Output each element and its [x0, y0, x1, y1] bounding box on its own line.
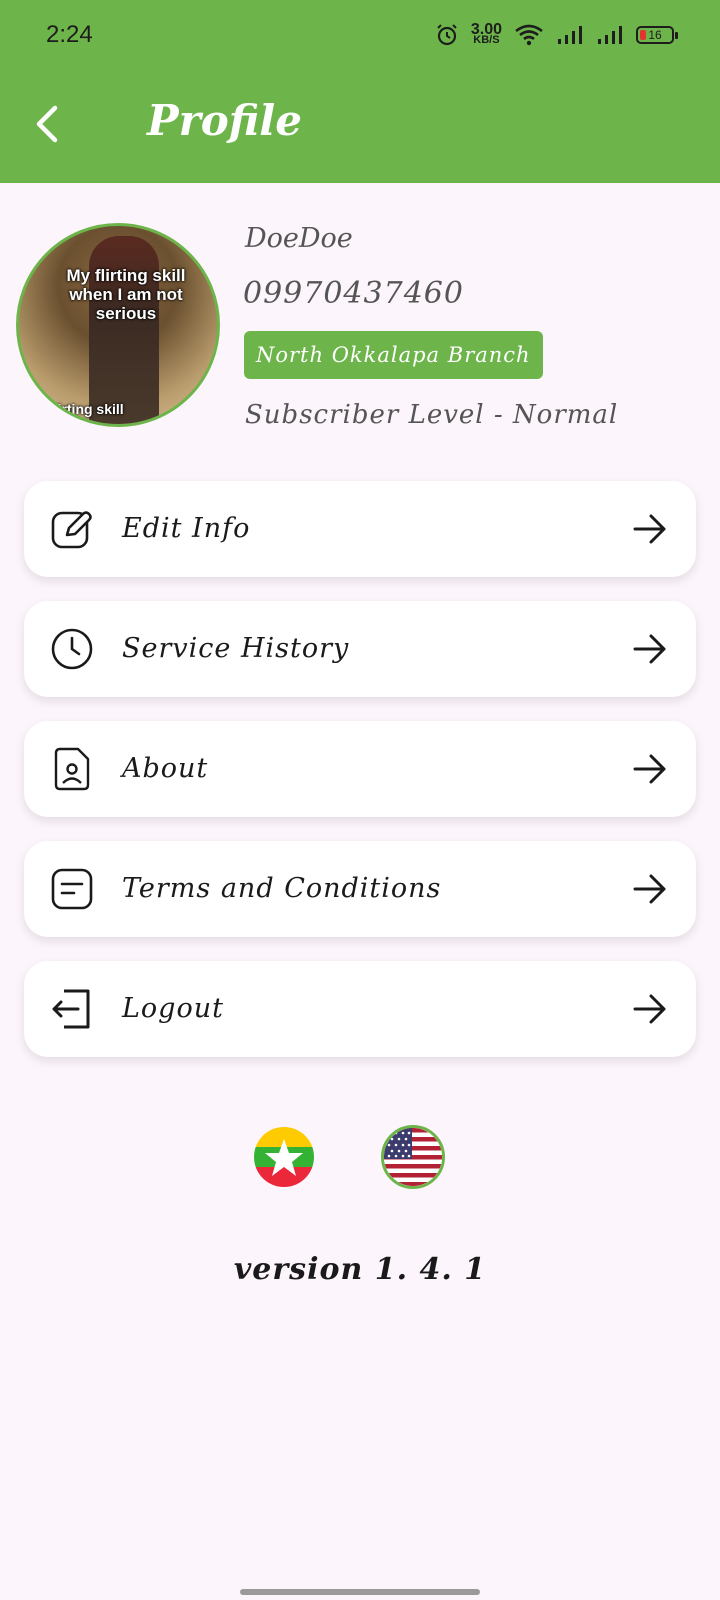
speed-unit: KB/S — [473, 34, 500, 46]
arrow-right-icon — [633, 754, 666, 784]
menu-label: Edit Info — [122, 513, 251, 544]
avatar-caption-top: My flirting skill when I am not serious — [66, 266, 186, 323]
arrow-right-icon — [633, 874, 666, 904]
status-time: 2:24 — [46, 21, 93, 48]
language-selector — [0, 1125, 720, 1189]
us-flag-icon[interactable] — [381, 1125, 445, 1189]
arrow-right-icon — [633, 994, 666, 1024]
page-title: Profile — [147, 96, 302, 145]
menu-label: Service History — [122, 633, 350, 664]
branch-badge: North Okkalapa Branch — [244, 331, 543, 379]
menu-label: Terms and Conditions — [122, 873, 442, 904]
menu-item-edit-info[interactable]: Edit Info — [24, 481, 696, 577]
edit-icon — [51, 511, 92, 549]
nav-bar: Profile — [0, 88, 720, 160]
home-indicator[interactable] — [240, 1589, 480, 1595]
battery-level: 16 — [648, 28, 662, 42]
logout-icon — [52, 989, 90, 1029]
menu-item-terms[interactable]: Terms and Conditions — [24, 841, 696, 937]
menu-label: About — [122, 753, 209, 784]
menu-item-service-history[interactable]: Service History — [24, 601, 696, 697]
profile-menu: Edit Info Service History About Terms an — [24, 481, 696, 1081]
user-name: DoeDoe — [245, 223, 353, 254]
menu-item-about[interactable]: About — [24, 721, 696, 817]
back-button[interactable] — [28, 104, 68, 144]
status-bar: 2:24 3.00 KB/S 16 — [0, 0, 720, 70]
document-user-icon — [54, 747, 90, 791]
profile-section: My flirting skill when I am not serious … — [0, 183, 720, 453]
app-version: version 1. 4. 1 — [233, 1252, 487, 1287]
network-speed: 3.00 KB/S — [471, 22, 502, 46]
signal-icon — [558, 26, 582, 44]
menu-item-logout[interactable]: Logout — [24, 961, 696, 1057]
myanmar-flag-icon[interactable] — [254, 1127, 314, 1187]
signal-icon — [598, 26, 622, 44]
back-chevron-icon — [36, 105, 58, 143]
alarm-icon — [437, 24, 457, 46]
subscriber-level: Subscriber Level - Normal — [245, 400, 619, 430]
app-header: 2:24 3.00 KB/S 16 Profile — [0, 0, 720, 183]
arrow-right-icon — [633, 634, 666, 664]
user-phone: 09970437460 — [243, 276, 464, 311]
clock-icon — [51, 628, 93, 670]
arrow-right-icon — [633, 514, 666, 544]
note-icon — [51, 868, 93, 910]
avatar[interactable]: My flirting skill when I am not serious … — [16, 223, 220, 427]
wifi-icon — [515, 24, 543, 46]
battery-icon: 16 — [636, 26, 678, 44]
menu-label: Logout — [122, 993, 224, 1024]
status-icons: 3.00 KB/S 16 — [435, 22, 678, 47]
avatar-caption-bottom: flirting skill — [49, 401, 124, 417]
